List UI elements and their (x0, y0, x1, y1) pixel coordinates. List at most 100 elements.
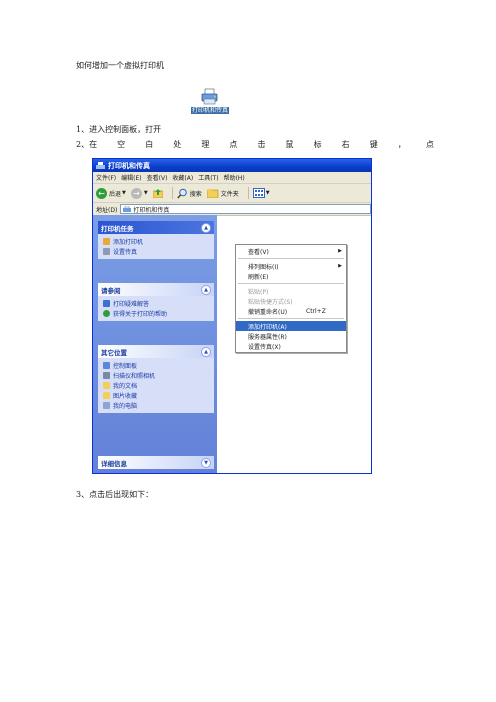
menu-favorites[interactable]: 收藏(A) (172, 173, 193, 182)
panel-header[interactable]: 详细信息 ▼ (98, 456, 214, 469)
menu-bar: 文件(F) 编辑(E) 查看(V) 收藏(A) 工具(T) 帮助(H) (93, 172, 371, 184)
menu-view[interactable]: 查看(V) (147, 173, 168, 182)
menu-item-undo-rename[interactable]: 撤销重命名(U) Ctrl+Z (236, 306, 346, 316)
place-label: 我的电脑 (113, 402, 138, 410)
step-3: 3、点击后出现如下： (76, 490, 154, 499)
link-print-help[interactable]: 获得关于打印的帮助 (98, 308, 214, 318)
place-my-pictures[interactable]: 图片收藏 (98, 390, 214, 400)
back-button[interactable]: ← 后退 ▼ (96, 187, 126, 199)
submenu-arrow-icon: ▶ (338, 263, 342, 269)
step2-char: 空 (117, 140, 126, 149)
place-my-documents[interactable]: 我的文档 (98, 380, 214, 390)
step2-char: 右 (341, 140, 350, 149)
chevron-down-icon: ▼ (143, 190, 148, 196)
toolbar-divider (171, 187, 173, 199)
window-title: 打印机和传真 (108, 161, 150, 170)
search-button[interactable]: 搜索 (176, 188, 202, 199)
submenu-arrow-icon: ▶ (338, 248, 342, 254)
menu-item-label: 设置传真(X) (248, 343, 281, 351)
desktop-icon-label: 打印机和传真 (191, 107, 229, 114)
address-input[interactable]: 打印机和传真 (120, 204, 371, 214)
chevron-up-icon[interactable]: ▲ (201, 346, 211, 357)
add-printer-icon (103, 237, 110, 245)
step-2: 2、在 空 白 处 理 点 击 鼠 标 右 键 ， 点 (76, 139, 434, 150)
menu-item-label: 刷新(E) (248, 273, 269, 281)
window-titlebar[interactable]: 打印机和传真 (93, 159, 371, 172)
task-setup-fax[interactable]: 设置传真 (98, 246, 214, 256)
link-troubleshoot[interactable]: 打印疑难解答 (98, 298, 214, 308)
explorer-window: 打印机和传真 文件(F) 编辑(E) 查看(V) 收藏(A) 工具(T) 帮助(… (92, 158, 372, 474)
menu-divider (238, 258, 344, 259)
fax-icon (103, 247, 110, 255)
menu-item-paste: 粘贴(P) (236, 286, 346, 296)
pictures-folder-icon (103, 391, 110, 399)
context-menu: 查看(V) ▶ 排列图标(I) ▶ 刷新(E) 粘贴(P) 粘贴快捷方式(S) … (235, 244, 347, 353)
menu-item-arrange-icons[interactable]: 排列图标(I) ▶ (236, 261, 346, 271)
back-label: 后退 (109, 190, 122, 198)
step2-char: 白 (145, 140, 154, 149)
menu-item-view[interactable]: 查看(V) ▶ (236, 246, 346, 256)
task-add-printer[interactable]: 添加打印机 (98, 236, 214, 246)
chevron-up-icon[interactable]: ▲ (201, 222, 211, 233)
see-also-panel: 请参阅 ▲ 打印疑难解答 获得关于打印的帮助 (98, 283, 214, 321)
chevron-down-icon[interactable]: ▼ (201, 457, 211, 468)
panel-title: 打印机任务 (101, 224, 134, 233)
step2-char: 理 (201, 140, 210, 149)
menu-item-paste-shortcut: 粘贴快捷方式(S) (236, 296, 346, 306)
menu-item-refresh[interactable]: 刷新(E) (236, 271, 346, 281)
step2-char: 击 (257, 140, 266, 149)
views-icon (252, 188, 265, 198)
chevron-down-icon: ▼ (265, 190, 270, 196)
folders-button[interactable]: 文件夹 (206, 188, 239, 198)
menu-item-server-properties[interactable]: 服务器属性(R) (236, 331, 346, 341)
panel-header[interactable]: 其它位置 ▲ (98, 345, 214, 358)
folder-up-icon (152, 189, 163, 198)
place-label: 控制面板 (113, 362, 138, 370)
search-icon (176, 188, 187, 199)
place-control-panel[interactable]: 控制面板 (98, 360, 214, 370)
panel-title: 请参阅 (101, 286, 121, 295)
menu-item-label: 服务器属性(R) (248, 333, 287, 341)
step2-char: 处 (173, 140, 182, 149)
scanner-icon (103, 371, 110, 379)
step2-char: 点 (425, 140, 434, 149)
place-my-computer[interactable]: 我的电脑 (98, 400, 214, 410)
menu-divider (238, 318, 344, 319)
printers-desktop-icon[interactable]: 打印机和传真 (191, 88, 229, 114)
menu-edit[interactable]: 编辑(E) (121, 173, 141, 182)
step-1: 1、进入控制面板，打开 (76, 125, 162, 134)
place-scanners[interactable]: 扫描仪和照相机 (98, 370, 214, 380)
menu-item-label: 添加打印机(A) (248, 323, 287, 331)
task-label: 添加打印机 (113, 238, 144, 246)
help-icon (103, 299, 110, 307)
step2-char: 键 (369, 140, 378, 149)
panel-title: 其它位置 (101, 348, 127, 357)
place-label: 扫描仪和照相机 (113, 372, 156, 380)
menu-item-label: 粘贴快捷方式(S) (248, 298, 293, 306)
menu-tools[interactable]: 工具(T) (198, 173, 218, 182)
search-label: 搜索 (189, 190, 202, 198)
menu-item-add-printer[interactable]: 添加打印机(A) (236, 321, 346, 331)
up-button[interactable] (152, 188, 163, 198)
step2-char: 鼠 (285, 140, 294, 149)
link-label: 打印疑难解答 (113, 300, 150, 308)
step2-char: ， (397, 140, 406, 149)
views-button[interactable]: ▼ (252, 188, 270, 198)
shortcut-label: Ctrl+Z (306, 307, 326, 315)
chevron-up-icon[interactable]: ▲ (201, 284, 211, 295)
menu-item-setup-fax[interactable]: 设置传真(X) (236, 341, 346, 351)
panel-header[interactable]: 请参阅 ▲ (98, 283, 214, 296)
doc-title: 如何增加一个虚拟打印机 (76, 61, 164, 70)
forward-button[interactable]: → ▼ (130, 187, 148, 199)
menu-help[interactable]: 帮助(H) (224, 173, 245, 182)
panel-header[interactable]: 打印机任务 ▲ (98, 221, 214, 234)
menu-divider (238, 283, 344, 284)
step2-char: 点 (229, 140, 238, 149)
folder-icon (103, 381, 110, 389)
chevron-down-icon: ▼ (122, 190, 126, 196)
menu-item-label: 粘贴(P) (248, 288, 269, 296)
menu-item-label: 查看(V) (248, 248, 269, 256)
back-arrow-icon: ← (96, 187, 107, 199)
menu-file[interactable]: 文件(F) (96, 173, 116, 182)
folders-icon (206, 189, 219, 198)
